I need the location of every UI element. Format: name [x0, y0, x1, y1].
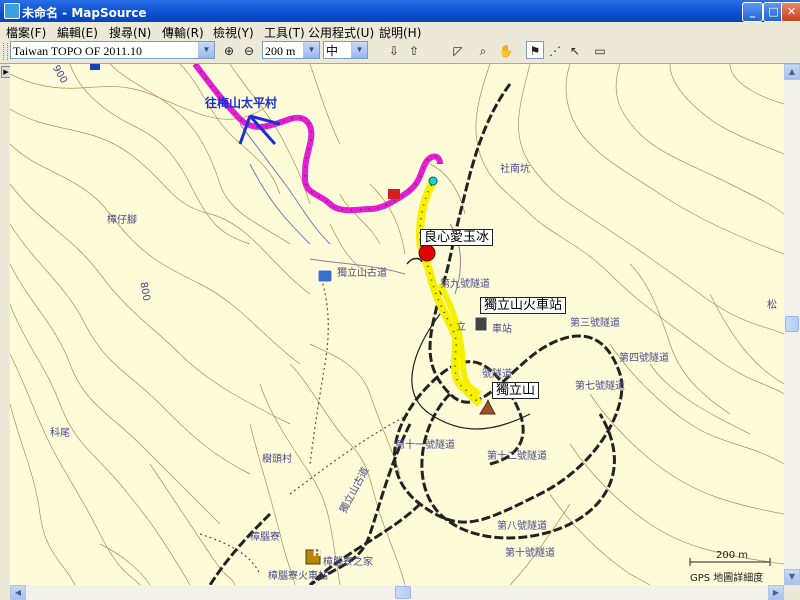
train-station-icon[interactable]: [474, 316, 488, 332]
place-label: 社南坑: [500, 164, 530, 175]
zoom-in-icon[interactable]: ⊕: [220, 42, 238, 60]
chevron-down-icon[interactable]: ▼: [198, 42, 214, 58]
station-short-label-2: 車站: [492, 324, 512, 335]
scroll-down-icon[interactable]: ▼: [784, 569, 800, 585]
send-to-device-icon[interactable]: ⇧: [405, 42, 423, 60]
station-short-label: 立: [456, 322, 466, 333]
temple-icon[interactable]: [388, 189, 400, 199]
place-label: 樟腦寮之家: [323, 557, 373, 568]
waypoint-tool-icon[interactable]: ⚑: [526, 41, 544, 59]
rivers: [239, 123, 331, 245]
tunnel-label: 第十二號隧道: [487, 451, 547, 462]
zoom-tool-icon[interactable]: ⌕: [474, 42, 492, 60]
measure-distance-icon[interactable]: ▭: [591, 42, 609, 60]
scale-value: 200 m: [716, 550, 749, 561]
trails: [199, 273, 411, 575]
map-marker-top: [90, 64, 100, 70]
menu-view[interactable]: 檢視(Y): [213, 24, 254, 41]
tunnel-label: 第九號隧道: [440, 279, 490, 290]
yellow-track-dots: [419, 178, 481, 405]
menu-transfer[interactable]: 傳輸(R): [162, 24, 204, 41]
detail-level-select[interactable]: 中 ▼: [323, 41, 368, 59]
map-product-value: Taiwan TOPO OF 2011.10: [13, 44, 142, 58]
callout-peak[interactable]: 獨立山: [492, 382, 540, 399]
map-canvas[interactable]: 900 800 社南坑 樟仔腳 獨立山古道 第九號隧道 立 車站 第三號隧道 第…: [10, 64, 784, 585]
window-title: 未命名 - MapSource: [22, 6, 147, 20]
callout-waypoint[interactable]: 良心愛玉冰: [420, 229, 494, 246]
horizontal-scroll-thumb[interactable]: [395, 586, 411, 599]
menu-utilities[interactable]: 公用程式(U): [308, 24, 374, 41]
hotel-icon-letter: H: [312, 548, 322, 559]
minimize-button[interactable]: _: [742, 2, 763, 22]
close-button[interactable]: ✕: [781, 2, 800, 22]
map-svg: [10, 64, 784, 585]
chevron-down-icon[interactable]: ▼: [303, 42, 319, 58]
contour-lines: [10, 64, 784, 585]
tunnel-label: 第三號隧道: [570, 318, 620, 329]
yellow-track: [415, 176, 483, 407]
app-icon: [4, 3, 20, 19]
vertical-scroll-thumb[interactable]: [785, 316, 799, 332]
tunnel-label: 第七號隧道: [575, 381, 625, 392]
place-label: 樟仔腳: [107, 215, 137, 226]
scroll-left-icon[interactable]: ◀: [10, 585, 26, 600]
menu-edit[interactable]: 編輯(E): [57, 24, 98, 41]
detail-level-value: 中: [326, 44, 339, 58]
tunnel-label: 第十號隧道: [505, 548, 555, 559]
callout-destination[interactable]: 往梅山太平村: [202, 96, 280, 111]
scroll-right-icon[interactable]: ▶: [768, 585, 784, 600]
toolbar: Taiwan TOPO OF 2011.10 ▼ ⊕ ⊖ 200 m ▼ 中 ▼…: [0, 40, 800, 64]
menu-search[interactable]: 搜尋(N): [109, 24, 151, 41]
vertical-scrollbar[interactable]: ▲ ▼: [784, 64, 800, 585]
trail-label: 獨立山古道: [337, 268, 387, 279]
detail-label: GPS 地圖詳細度: [690, 573, 764, 584]
place-label: 松: [767, 300, 777, 311]
menu-bar: 檔案(F) 編輯(E) 搜尋(N) 傳輸(R) 檢視(Y) 工具(T) 公用程式…: [0, 22, 800, 40]
tunnel-label: 第八號隧道: [497, 521, 547, 532]
chevron-down-icon[interactable]: ▼: [351, 42, 367, 58]
tunnel-label: 號隧道: [482, 369, 512, 380]
place-label: 樟腦寮: [250, 532, 280, 543]
zoom-out-icon[interactable]: ⊖: [240, 42, 258, 60]
route-tool-icon[interactable]: ⋰: [546, 42, 564, 60]
track-start-icon[interactable]: [428, 176, 438, 186]
peak-triangle-icon[interactable]: [479, 399, 496, 415]
title-bar: 未命名 - MapSource _ □ ✕: [0, 0, 800, 22]
toolbar-grip[interactable]: [3, 43, 8, 60]
railway: [208, 83, 624, 585]
callout-station[interactable]: 獨立山火車站: [480, 297, 567, 314]
place-label: 樹頭村: [262, 454, 292, 465]
map-product-select[interactable]: Taiwan TOPO OF 2011.10 ▼: [10, 41, 215, 59]
camera-icon[interactable]: [317, 269, 333, 283]
menu-file[interactable]: 檔案(F): [6, 24, 46, 41]
menu-tools[interactable]: 工具(T): [264, 24, 305, 41]
tunnel-label: 第十一號隧道: [395, 440, 455, 451]
scroll-up-icon[interactable]: ▲: [784, 64, 800, 80]
place-label: 科尾: [50, 428, 70, 439]
zoom-scale-value: 200 m: [265, 44, 296, 58]
waypoint-marker-icon[interactable]: [418, 244, 436, 262]
tunnel-label: 第四號隧道: [619, 353, 669, 364]
hook-symbol-icon: [406, 257, 423, 265]
menu-help[interactable]: 說明(H): [379, 24, 421, 41]
place-label: 樟腦寮火車站: [268, 571, 328, 582]
select-map-tool-icon[interactable]: ◸: [449, 42, 467, 60]
selection-arrow-icon[interactable]: ↖: [566, 42, 584, 60]
receive-from-device-icon[interactable]: ⇩: [385, 42, 403, 60]
zoom-scale-select[interactable]: 200 m ▼: [262, 41, 320, 59]
hand-tool-icon[interactable]: ✋: [497, 42, 515, 60]
horizontal-scrollbar[interactable]: ◀ ▶: [10, 585, 784, 600]
